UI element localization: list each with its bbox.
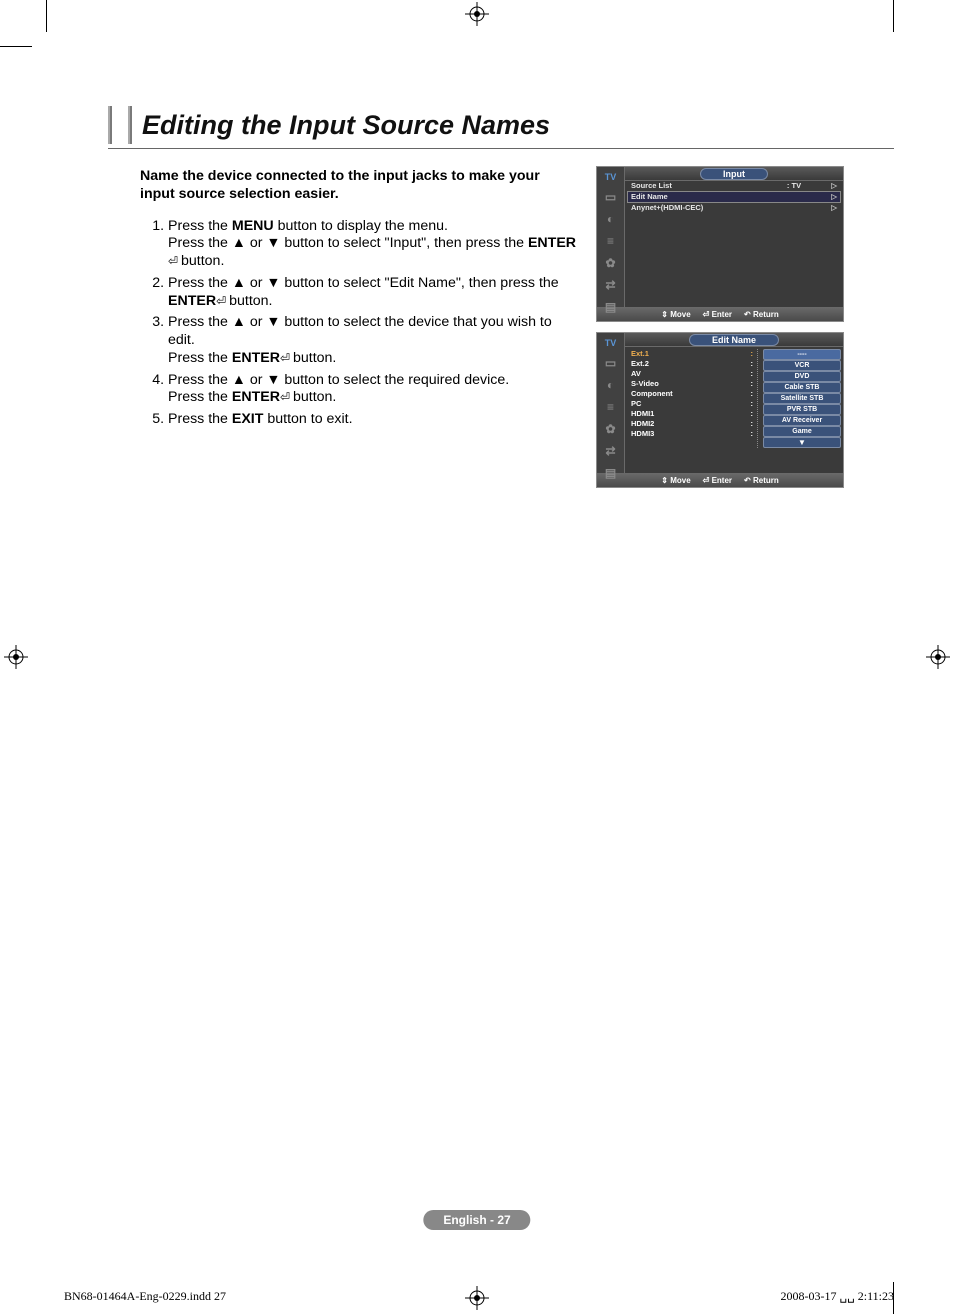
crop-mark [46, 0, 47, 32]
section-header: Editing the Input Source Names [108, 106, 550, 144]
step-4: Press the ▲ or ▼ button to select the re… [168, 372, 578, 408]
title-bar-icon [108, 106, 112, 144]
source-item[interactable]: Ext.1: [631, 349, 753, 359]
name-option-list: ----VCRDVDCable STBSatellite STBPVR STBA… [763, 349, 841, 448]
source-item[interactable]: Component: [631, 389, 753, 399]
hint-move: ⇕ Move [661, 476, 690, 485]
step-3: Press the ▲ or ▼ button to select the de… [168, 314, 578, 367]
osd-titlebar: Input [625, 167, 843, 181]
osd-title: Edit Name [689, 334, 779, 346]
osd-sidebar: TV ▭ ◐ ≡ ✿ ⇄ ▤ [597, 167, 625, 307]
crop-mark [893, 0, 894, 32]
hint-return: ↶ Return [744, 476, 779, 485]
title-bar-icon [128, 106, 132, 144]
step-2: Press the ▲ or ▼ button to select "Edit … [168, 275, 578, 311]
enter-icon: ⏎ [168, 254, 177, 269]
intro-text: Name the device connected to the input j… [140, 168, 578, 204]
hint-enter: ⏎ Enter [703, 476, 732, 485]
crop-mark [0, 46, 32, 47]
setup-icon: ✿ [603, 422, 619, 436]
enter-icon: ⏎ [280, 390, 289, 405]
step-1: Press the MENU button to display the men… [168, 218, 578, 271]
menu-row[interactable]: Source List: TV▷ [625, 181, 843, 191]
name-option[interactable]: Cable STB [763, 382, 841, 393]
enter-icon: ⏎ [280, 351, 289, 366]
column-divider [757, 349, 759, 448]
page-title: Editing the Input Source Names [142, 110, 550, 141]
sound-icon: ◐ [603, 212, 619, 226]
step-5: Press the EXIT button to exit. [168, 411, 578, 429]
name-option[interactable]: PVR STB [763, 404, 841, 415]
hint-enter: ⏎ Enter [703, 310, 732, 319]
registration-mark-left [4, 645, 28, 669]
source-item[interactable]: PC: [631, 399, 753, 409]
osd-footer: ⇕ Move ⏎ Enter ↶ Return [597, 473, 843, 487]
instruction-list: Press the MENU button to display the men… [140, 218, 578, 429]
osd-panel: Edit Name Ext.1:Ext.2:AV:S-Video:Compone… [625, 333, 843, 473]
footer-timestamp: 2008-03-17 ␣␣ 2:11:23 [781, 1289, 894, 1304]
osd-panel: Input Source List: TV▷Edit Name▷Anynet+(… [625, 167, 843, 307]
hint-return: ↶ Return [744, 310, 779, 319]
source-item[interactable]: Ext.2: [631, 359, 753, 369]
registration-mark-right [926, 645, 950, 669]
menu-row[interactable]: Edit Name▷ [627, 191, 841, 203]
source-item[interactable]: HDMI3: [631, 429, 753, 439]
name-option[interactable]: Satellite STB [763, 393, 841, 404]
name-option[interactable]: Game [763, 426, 841, 437]
name-option[interactable]: DVD [763, 371, 841, 382]
divider [108, 148, 894, 149]
input-icon: ⇄ [603, 278, 619, 292]
registration-mark-top [465, 2, 489, 26]
channel-icon: ≡ [603, 400, 619, 414]
source-item[interactable]: AV: [631, 369, 753, 379]
osd-footer: ⇕ Move ⏎ Enter ↶ Return [597, 307, 843, 321]
footer-filename: BN68-01464A-Eng-0229.indd 27 [64, 1289, 226, 1304]
hint-move: ⇕ Move [661, 310, 690, 319]
application-icon: ▤ [603, 300, 619, 314]
source-item[interactable]: HDMI1: [631, 409, 753, 419]
source-item[interactable]: S-Video: [631, 379, 753, 389]
name-option[interactable]: ---- [763, 349, 841, 360]
osd-titlebar: Edit Name [625, 333, 843, 347]
enter-icon: ⏎ [216, 294, 225, 309]
source-list: Ext.1:Ext.2:AV:S-Video:Component:PC:HDMI… [631, 349, 753, 448]
input-icon: ⇄ [603, 444, 619, 458]
menu-row[interactable]: Anynet+(HDMI-CEC)▷ [625, 203, 843, 213]
channel-icon: ≡ [603, 234, 619, 248]
osd-input-menu: TV ▭ ◐ ≡ ✿ ⇄ ▤ Input Source List: TV▷Edi… [596, 166, 844, 322]
application-icon: ▤ [603, 466, 619, 480]
osd-mode-label: TV [597, 337, 624, 352]
page-number-badge: English - 27 [423, 1210, 530, 1230]
scroll-down-icon[interactable]: ▼ [763, 437, 841, 448]
source-item[interactable]: HDMI2: [631, 419, 753, 429]
osd-edit-name-menu: TV ▭ ◐ ≡ ✿ ⇄ ▤ Edit Name Ext.1:Ext.2:AV:… [596, 332, 844, 488]
picture-icon: ▭ [603, 356, 619, 370]
setup-icon: ✿ [603, 256, 619, 270]
osd-mode-label: TV [597, 171, 624, 186]
picture-icon: ▭ [603, 190, 619, 204]
name-option[interactable]: AV Receiver [763, 415, 841, 426]
name-option[interactable]: VCR [763, 360, 841, 371]
osd-sidebar: TV ▭ ◐ ≡ ✿ ⇄ ▤ [597, 333, 625, 473]
body-content: Name the device connected to the input j… [140, 168, 578, 433]
osd-title: Input [700, 168, 768, 180]
registration-mark-bottom [465, 1286, 489, 1310]
sound-icon: ◐ [603, 378, 619, 392]
